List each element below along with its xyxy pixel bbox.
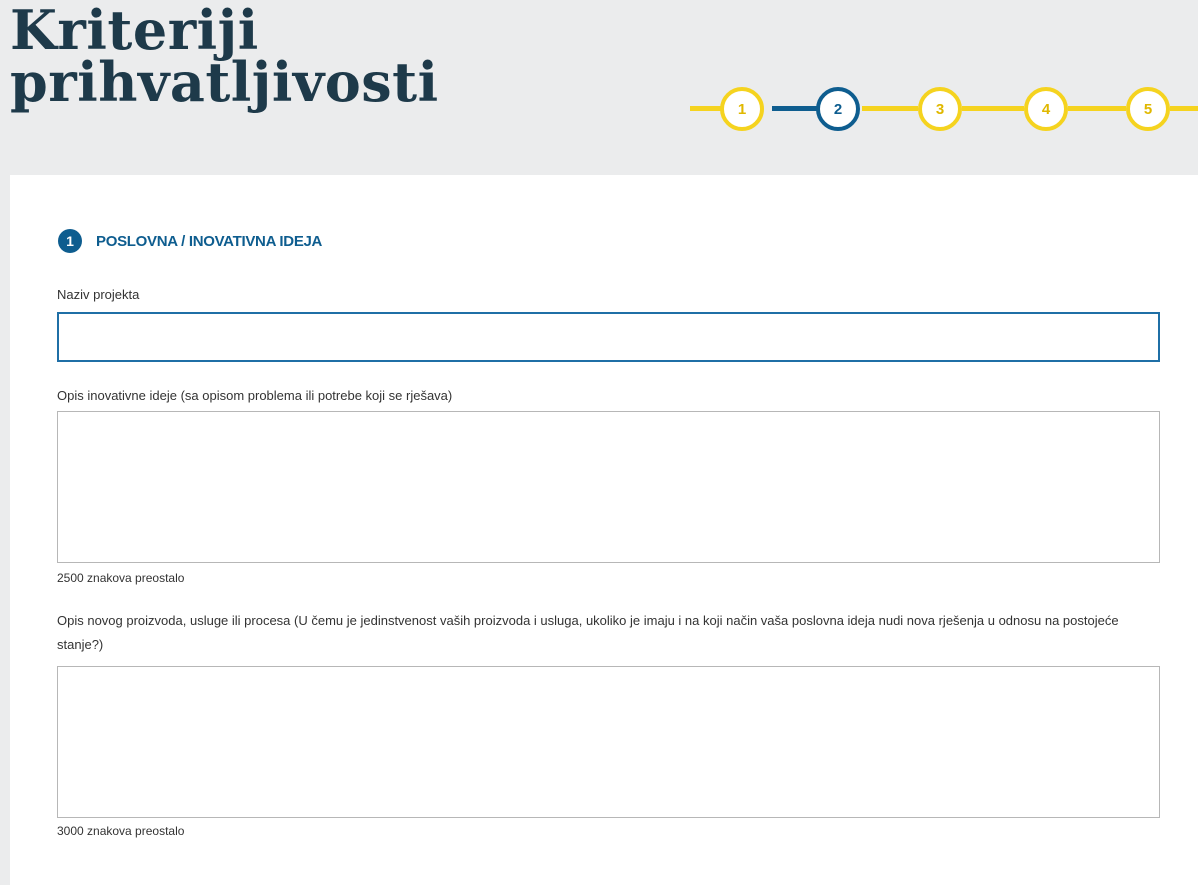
idea-description-textarea[interactable] [57,411,1160,563]
product-description-textarea[interactable] [57,666,1160,818]
product-description-label: Opis novog proizvoda, usluge ili procesa… [57,613,1119,652]
section-title: POSLOVNA / INOVATIVNA IDEJA [96,232,323,250]
product-description-char-counter: 3000 znakova preostalo [57,824,185,838]
idea-description-label: Opis inovativne ideje (sa opisom problem… [57,388,453,403]
step-1[interactable]: 1 [720,87,764,131]
stepper-connector-active [772,106,820,111]
step-5[interactable]: 5 [1126,87,1170,131]
section-number-badge: 1 [58,229,82,253]
stepper-connector [1170,106,1198,111]
step-2-current[interactable]: 2 [816,87,860,131]
step-4[interactable]: 4 [1024,87,1068,131]
left-border-strip [0,175,10,885]
project-name-label: Naziv projekta [57,287,140,302]
stepper-connector [862,106,918,111]
stepper-connector [962,106,1024,111]
idea-description-char-counter: 2500 znakova preostalo [57,571,185,585]
step-3[interactable]: 3 [918,87,962,131]
page-header: Kriteriji prihvatljivosti 1 2 3 4 5 [0,0,1198,175]
progress-stepper: 1 2 3 4 5 [0,0,1198,175]
stepper-connector [1068,106,1126,111]
project-name-input[interactable] [57,312,1160,362]
section-header: 1 POSLOVNA / INOVATIVNA IDEJA [58,229,322,253]
